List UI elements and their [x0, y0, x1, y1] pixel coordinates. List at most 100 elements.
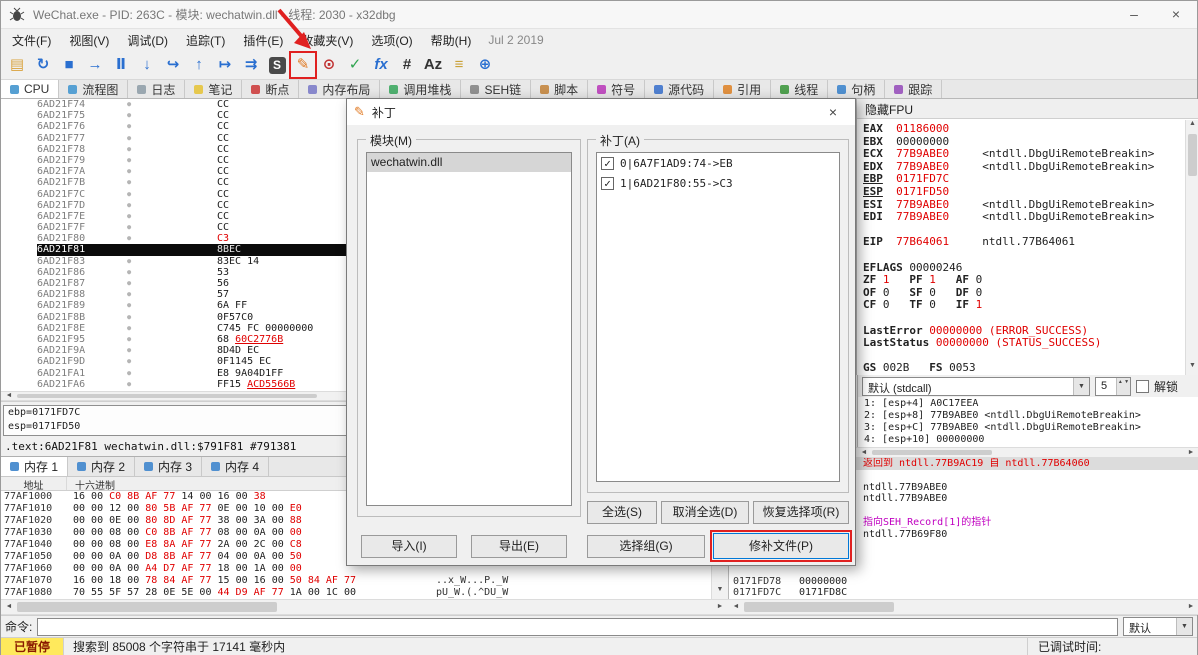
- patch-icon[interactable]: ✎: [289, 51, 317, 79]
- notes-icon[interactable]: ≡: [447, 53, 471, 77]
- register-line[interactable]: EIP 77B64061 ntdll.77B64061: [863, 236, 1183, 249]
- scroll-down-icon[interactable]: [1186, 362, 1198, 375]
- select-all-button[interactable]: 全选(S): [587, 501, 657, 524]
- tab-流程图[interactable]: 流程图: [59, 80, 129, 98]
- register-line[interactable]: GS 002B FS 0053: [863, 361, 1183, 375]
- dump-row[interactable]: 77AF1080 70 55 5F 57 28 0E 5E 00 44 D9 AF…: [1, 587, 711, 599]
- menu-item[interactable]: 调试(D): [118, 29, 177, 52]
- dump-tab[interactable]: 内存 1: [1, 457, 69, 476]
- text-case-icon[interactable]: Az: [421, 53, 445, 77]
- open-file-icon[interactable]: ▤: [5, 53, 29, 77]
- dump-row[interactable]: 77AF1070 16 00 18 00 78 84 AF 77 15 00 16…: [1, 575, 711, 587]
- step-out-icon[interactable]: ↑: [187, 53, 211, 77]
- tab-符号[interactable]: 符号: [588, 80, 646, 98]
- scroll-up-icon[interactable]: [1186, 120, 1198, 133]
- hash-icon[interactable]: #: [395, 53, 419, 77]
- scroll-thumb[interactable]: [17, 602, 277, 612]
- patch-list-item[interactable]: ✓ 1|6AD21F80:55->C3: [597, 173, 839, 193]
- disasm-address: 6AD21F8E: [37, 322, 86, 334]
- tab-跟踪[interactable]: 跟踪: [885, 80, 943, 98]
- scroll-right-icon[interactable]: [1183, 600, 1198, 614]
- tab-引用[interactable]: 引用: [714, 80, 772, 98]
- pause-icon[interactable]: Ⅱ: [109, 53, 133, 77]
- register-line[interactable]: CF 0 TF 0 IF 1: [863, 299, 1183, 312]
- tab-线程[interactable]: 线程: [771, 80, 829, 98]
- scroll-thumb[interactable]: [17, 394, 317, 398]
- close-button[interactable]: ×: [1155, 1, 1197, 28]
- restart-icon[interactable]: ↻: [31, 53, 55, 77]
- animate-into-icon[interactable]: ⇉: [239, 53, 263, 77]
- stack-argument-line[interactable]: 3: [esp+C] 77B9ABE0 <ntdll.DbgUiRemoteBr…: [864, 422, 1198, 434]
- hide-fpu-button[interactable]: 隐藏FPU: [857, 99, 1198, 119]
- scroll-right-icon[interactable]: [1183, 448, 1198, 457]
- stack-argument-line[interactable]: 4: [esp+10] 00000000: [864, 434, 1198, 446]
- stack-row[interactable]: 0171FD78 00000000: [729, 576, 1198, 588]
- patch-file-button[interactable]: 修补文件(P): [710, 530, 852, 562]
- tab-日志[interactable]: 日志: [128, 80, 186, 98]
- restore-selection-button[interactable]: 恢复选择项(R): [753, 501, 849, 524]
- menu-item[interactable]: 选项(O): [362, 29, 421, 52]
- module-list-item[interactable]: wechatwin.dll: [367, 153, 571, 172]
- tab-CPU[interactable]: CPU: [1, 80, 60, 98]
- dump-tab[interactable]: 内存 4: [202, 457, 270, 476]
- scroll-left-icon[interactable]: [728, 600, 744, 614]
- patch-list-item[interactable]: ✓ 0|6A7F1AD9:74->EB: [597, 153, 839, 173]
- deselect-all-button[interactable]: 取消全选(D): [661, 501, 749, 524]
- step-over-icon[interactable]: ↪: [161, 53, 185, 77]
- menu-item[interactable]: 帮助(H): [422, 29, 481, 52]
- internet-icon[interactable]: ⊕: [473, 53, 497, 77]
- registers-hscrollbar[interactable]: [856, 447, 1198, 458]
- register-line[interactable]: LastStatus 00000000 (STATUS_SUCCESS): [863, 336, 1183, 350]
- scroll-thumb[interactable]: [872, 450, 992, 455]
- tab-内存布局[interactable]: 内存布局: [299, 80, 381, 98]
- argument-depth-spinner[interactable]: 5: [1095, 376, 1131, 396]
- calling-convention-select[interactable]: 默认 (stdcall): [862, 376, 1090, 396]
- registers-vscrollbar[interactable]: [1185, 120, 1198, 375]
- scroll-down-icon[interactable]: [712, 586, 728, 599]
- export-button[interactable]: 导出(E): [471, 535, 567, 558]
- run-icon[interactable]: →: [83, 53, 107, 77]
- scroll-thumb[interactable]: [1188, 134, 1197, 176]
- step-into-icon[interactable]: ↓: [135, 53, 159, 77]
- command-input[interactable]: [37, 617, 1118, 636]
- menu-item[interactable]: 视图(V): [60, 29, 118, 52]
- register-line[interactable]: EDI 77B9ABE0 <ntdll.DbgUiRemoteBreakin>: [863, 210, 1183, 224]
- stop-icon[interactable]: ■: [57, 53, 81, 77]
- dump-hscrollbar[interactable]: [1, 599, 728, 615]
- stack-argument-line[interactable]: 2: [esp+8] 77B9ABE0 <ntdll.DbgUiRemoteBr…: [864, 410, 1198, 422]
- tab-句柄[interactable]: 句柄: [828, 80, 886, 98]
- scylla-icon[interactable]: S: [265, 53, 289, 77]
- dump-tab[interactable]: 内存 3: [135, 457, 203, 476]
- menu-item[interactable]: 文件(F): [3, 29, 60, 52]
- stack-hscrollbar[interactable]: [728, 599, 1198, 615]
- tab-脚本[interactable]: 脚本: [531, 80, 589, 98]
- functions-icon[interactable]: fx: [369, 53, 393, 77]
- scroll-right-icon[interactable]: [712, 600, 728, 614]
- unlock-checkbox[interactable]: [1136, 379, 1149, 393]
- select-group-button[interactable]: 选择组(G): [587, 535, 705, 558]
- tab-断点[interactable]: 断点: [242, 80, 300, 98]
- run-to-user-code-icon[interactable]: ↦: [213, 53, 237, 77]
- scroll-thumb[interactable]: [744, 602, 894, 612]
- assembler-icon[interactable]: ⊙: [317, 53, 341, 77]
- tab-笔记[interactable]: 笔记: [185, 80, 243, 98]
- import-button[interactable]: 导入(I): [361, 535, 457, 558]
- patch-checkbox[interactable]: ✓: [601, 176, 614, 190]
- stack-row[interactable]: 0171FD7C 0171FD8C: [729, 587, 1198, 599]
- tab-SEH链[interactable]: SEH链: [461, 80, 532, 98]
- scroll-left-icon[interactable]: [1, 600, 17, 614]
- dialog-close-icon[interactable]: ×: [818, 104, 848, 120]
- compile-icon[interactable]: ✓: [343, 53, 367, 77]
- patches-list[interactable]: ✓ 0|6A7F1AD9:74->EB ✓ 1|6AD21F80:55->C3: [596, 152, 840, 482]
- patch-checkbox[interactable]: ✓: [601, 156, 614, 170]
- tab-调用堆栈[interactable]: 调用堆栈: [380, 80, 462, 98]
- tab-源代码[interactable]: 源代码: [645, 80, 715, 98]
- stack-argument-line[interactable]: 1: [esp+4] A0C17EEA: [864, 398, 1198, 410]
- modules-list[interactable]: wechatwin.dll: [366, 152, 572, 506]
- minimize-button[interactable]: –: [1113, 1, 1155, 28]
- menu-item[interactable]: 追踪(T): [177, 29, 234, 52]
- command-profile-select[interactable]: 默认: [1123, 617, 1193, 636]
- scroll-left-icon[interactable]: [1, 392, 17, 400]
- dump-tab[interactable]: 内存 2: [68, 457, 136, 476]
- scroll-left-icon[interactable]: [856, 448, 872, 457]
